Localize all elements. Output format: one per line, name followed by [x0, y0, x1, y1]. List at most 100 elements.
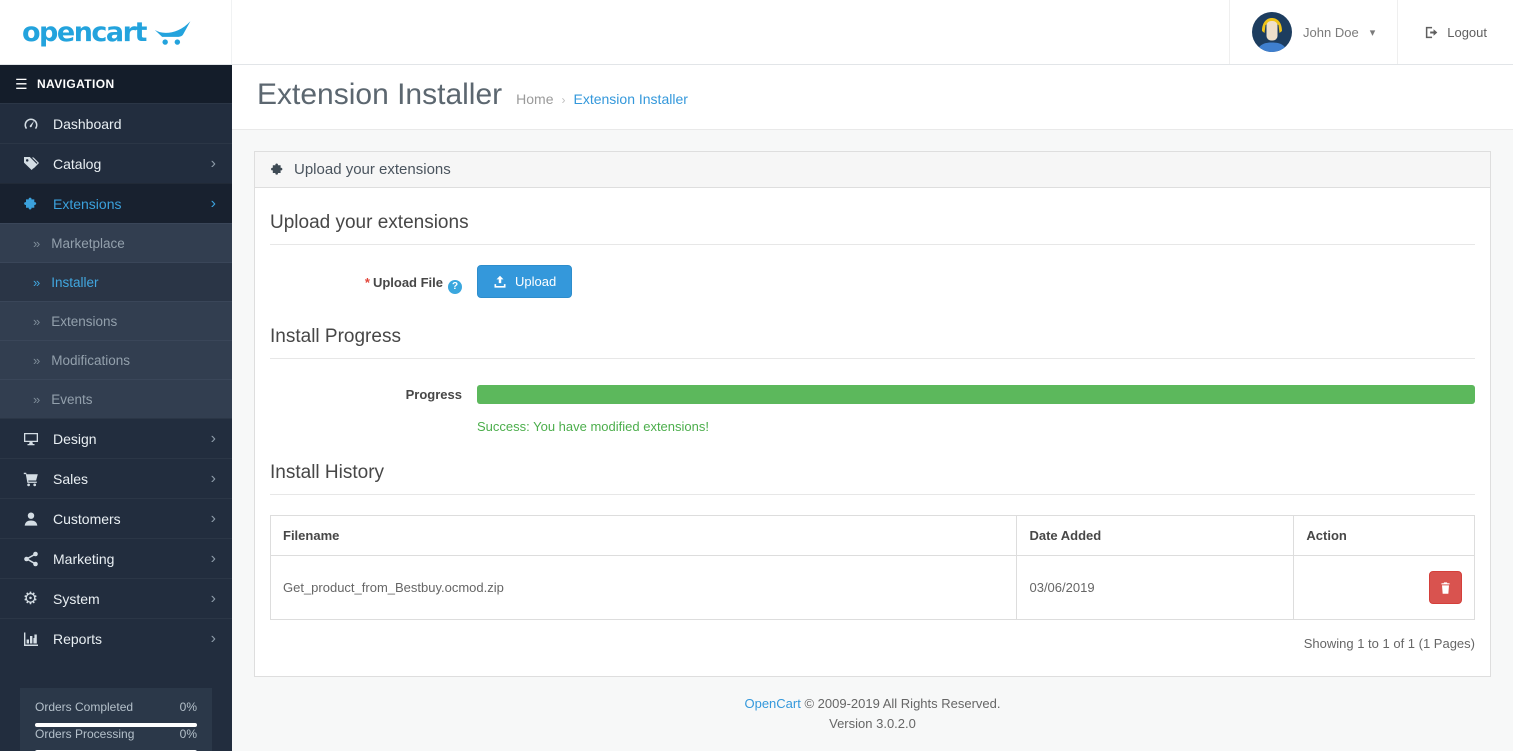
- sidebar-item-reports[interactable]: Reports ›: [0, 618, 232, 658]
- gear-icon: ⚙: [22, 589, 39, 608]
- install-history-table: Filename Date Added Action Get_product_f…: [269, 515, 1475, 620]
- avatar: [1252, 12, 1293, 52]
- cart-icon: [21, 471, 40, 487]
- sidebar-item-marketplace[interactable]: » Marketplace: [0, 223, 232, 262]
- sign-out-icon: [1424, 25, 1439, 40]
- double-angle-icon: »: [33, 274, 41, 290]
- sidebar-navigation: ☰ NAVIGATION Dashboard Catalog › Extensi…: [0, 65, 232, 751]
- chevron-right-icon: ›: [210, 509, 216, 527]
- column-header-filename: Filename: [269, 515, 1018, 556]
- user-menu[interactable]: John Doe ▾: [1229, 0, 1399, 64]
- page-body: Upload your extensions Upload your exten…: [232, 130, 1513, 751]
- stat-orders-processing: Orders Processing 0%: [35, 727, 197, 741]
- double-angle-icon: »: [33, 352, 41, 368]
- tags-icon: [21, 156, 40, 172]
- double-angle-icon: »: [33, 235, 41, 251]
- sidebar-item-catalog[interactable]: Catalog ›: [0, 143, 232, 183]
- install-history-title: Install History: [270, 458, 1475, 495]
- sidebar-item-extensions-sub[interactable]: » Extensions: [0, 301, 232, 340]
- puzzle-icon: [21, 196, 40, 212]
- stat-value: 0%: [179, 700, 197, 714]
- double-angle-icon: »: [33, 391, 41, 407]
- sidebar-item-system[interactable]: ⚙ System ›: [0, 578, 232, 618]
- navigation-header-label: NAVIGATION: [36, 77, 115, 91]
- chevron-right-icon: ›: [210, 549, 216, 567]
- breadcrumb-home-link[interactable]: Home: [516, 91, 553, 107]
- cart-logo-icon: [153, 19, 193, 46]
- upload-button[interactable]: Upload: [477, 265, 573, 298]
- caret-down-icon: ▾: [1369, 26, 1376, 39]
- chevron-right-icon: ›: [210, 154, 216, 172]
- logout-label: Logout: [1447, 24, 1487, 40]
- pagination-info: Showing 1 to 1 of 1 (1 Pages): [1303, 636, 1475, 651]
- logout-button[interactable]: Logout: [1398, 0, 1513, 64]
- desktop-icon: [21, 431, 40, 447]
- opencart-admin: opencart John Doe ▾ Logout ☰ NAVIGATION …: [0, 0, 1513, 751]
- sidebar-item-modifications[interactable]: » Modifications: [0, 340, 232, 379]
- breadcrumb-separator: ›: [561, 93, 566, 107]
- upload-section-title: Upload your extensions: [270, 208, 1475, 245]
- sidebar-menu: Dashboard Catalog › Extensions › » Marke…: [0, 103, 232, 658]
- chevron-right-icon: ›: [210, 589, 216, 607]
- hamburger-icon: ☰: [15, 76, 28, 92]
- sidebar-item-events[interactable]: » Events: [0, 379, 232, 418]
- sidebar-item-sales[interactable]: Sales ›: [0, 458, 232, 498]
- chevron-right-icon: ›: [210, 469, 216, 487]
- table-row: Get_product_from_Bestbuy.ocmod.zip 03/06…: [269, 555, 1475, 620]
- content-area: Extension Installer Home › Extension Ins…: [232, 65, 1513, 751]
- sidebar-item-marketing[interactable]: Marketing ›: [0, 538, 232, 578]
- dashboard-icon: [21, 116, 40, 132]
- cell-filename: Get_product_from_Bestbuy.ocmod.zip: [269, 555, 1018, 620]
- install-progress-title: Install Progress: [270, 322, 1475, 359]
- sidebar-item-design[interactable]: Design ›: [0, 418, 232, 458]
- share-icon: [21, 551, 40, 567]
- bar-chart-icon: [21, 631, 40, 647]
- chevron-right-icon: ›: [210, 194, 216, 212]
- upload-file-label: * Upload File?: [270, 265, 477, 298]
- help-icon[interactable]: ?: [448, 280, 462, 294]
- opencart-footer-link[interactable]: OpenCart: [744, 696, 800, 711]
- install-progress-bar: [477, 385, 1475, 404]
- stat-orders-completed: Orders Completed 0%: [35, 700, 197, 714]
- page-header: Extension Installer Home › Extension Ins…: [232, 65, 1513, 130]
- upload-section: Upload your extensions * Upload File? Up…: [270, 208, 1475, 298]
- user-name: John Doe: [1303, 24, 1359, 40]
- column-header-action: Action: [1293, 515, 1475, 556]
- sidebar-item-customers[interactable]: Customers ›: [0, 498, 232, 538]
- double-angle-icon: »: [33, 313, 41, 329]
- chevron-right-icon: ›: [210, 629, 216, 647]
- sidebar-item-extensions[interactable]: Extensions ›: [0, 183, 232, 223]
- logo-text: opencart: [22, 16, 147, 48]
- logo-area: opencart: [0, 0, 232, 64]
- trash-icon: [1439, 581, 1452, 595]
- cell-date-added: 03/06/2019: [1016, 555, 1295, 620]
- navigation-header: ☰ NAVIGATION: [0, 65, 232, 103]
- required-asterisk: *: [364, 275, 370, 290]
- success-message: Success: You have modified extensions!: [477, 419, 709, 434]
- installer-panel: Upload your extensions Upload your exten…: [254, 151, 1491, 677]
- stat-value: 0%: [179, 727, 197, 741]
- delete-button[interactable]: [1429, 571, 1462, 604]
- sidebar-item-dashboard[interactable]: Dashboard: [0, 103, 232, 143]
- panel-heading: Upload your extensions: [255, 152, 1490, 188]
- sidebar-item-installer[interactable]: » Installer: [0, 262, 232, 301]
- panel-body: Upload your extensions * Upload File? Up…: [255, 188, 1490, 676]
- install-history-section: Install History Filename Date Added Acti…: [269, 458, 1475, 651]
- opencart-logo[interactable]: opencart: [22, 17, 193, 48]
- puzzle-icon: [270, 162, 285, 177]
- column-header-date-added: Date Added: [1016, 515, 1295, 556]
- user-icon: [21, 511, 40, 527]
- copyright-text: © 2009-2019 All Rights Reserved.: [804, 696, 1001, 711]
- breadcrumb: Home › Extension Installer: [516, 91, 688, 107]
- page-footer: OpenCart © 2009-2019 All Rights Reserved…: [254, 677, 1491, 733]
- upload-icon: [493, 275, 507, 289]
- breadcrumb-current-link[interactable]: Extension Installer: [574, 91, 688, 107]
- page-title: Extension Installer: [257, 78, 503, 111]
- install-progress-section: Install Progress Progress Success: You h…: [270, 322, 1475, 434]
- chevron-right-icon: ›: [210, 429, 216, 447]
- top-header: opencart John Doe ▾ Logout: [0, 0, 1513, 65]
- orders-stats-panel: Orders Completed 0% Orders Processing 0%: [20, 688, 212, 751]
- version-text: Version 3.0.2.0: [829, 715, 916, 731]
- header-actions: John Doe ▾ Logout: [232, 0, 1513, 64]
- install-progress-bar-fill: [477, 385, 1475, 404]
